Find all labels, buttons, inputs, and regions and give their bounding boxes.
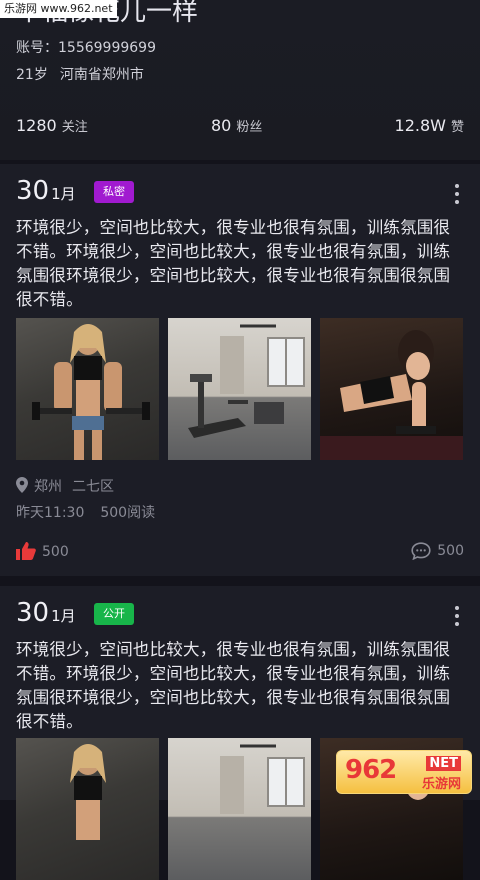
post-card[interactable]: 30 1月 私密 环境很少，空间也比较大，很专业也很有氛围，训练氛围很不错。环境很… [0,164,480,576]
following-label: 关注 [61,120,88,135]
stat-following[interactable]: 1280 关注 [16,116,88,135]
post-time-info: 昨天11:30 500阅读 [16,502,155,522]
photo-woman-plank-exercise[interactable] [320,318,463,460]
like-count: 500 [42,544,69,560]
privacy-badge: 公开 [94,603,134,625]
following-count: 1280 [16,116,57,135]
post-location: 郑州 二七区 [16,476,114,496]
post-date: 30 1月 [16,176,76,206]
photo-fitness-woman-dumbbells[interactable] [16,318,159,460]
profile-meta: 21岁 河南省郑州市 [16,64,144,84]
watermark-net: NET [426,756,461,771]
profile-account: 账号：15569999699 [16,40,156,56]
fans-count: 80 [211,116,232,135]
profile-stats: 1280 关注 80 粉丝 12.8W 赞 [0,116,480,140]
likes-count: 12.8W [394,116,446,135]
fans-label: 粉丝 [236,120,263,135]
thumbs-up-icon [16,542,36,560]
comment-button[interactable]: 500 [411,542,464,561]
post-reads: 500阅读 [100,505,156,521]
post-time: 昨天11:30 [16,505,85,521]
more-options-icon[interactable] [454,606,460,626]
more-options-icon[interactable] [454,184,460,204]
watermark-top-left: 乐游网 www.962.net [0,0,117,18]
watermark-bottom-right: 962 NET 乐游网 [336,750,472,794]
privacy-badge: 私密 [94,181,134,203]
location-district: 二七区 [72,479,114,495]
location-pin-icon [16,477,28,493]
profile-header: 幸福像花儿一样 账号：15569999699 21岁河南省郑州市 1280关注 … [0,0,480,160]
post-date: 30 1月 [16,598,76,628]
like-button[interactable]: 500 [16,542,69,560]
comment-count: 500 [437,543,464,559]
profile-age: 21岁 [16,67,48,83]
profile-location: 河南省郑州市 [59,67,144,83]
stat-likes[interactable]: 12.8W 赞 [395,116,464,135]
post-text: 环境很少，空间也比较大，很专业也很有氛围，训练氛围很不错。环境很少，空间也比较大… [16,640,451,731]
post-day: 30 [16,598,50,628]
location-city: 郑州 [34,479,62,495]
post-month: 1月 [51,185,76,203]
stat-fans[interactable]: 80 粉丝 [211,116,262,135]
photo-fitness-woman-dumbbells[interactable] [16,738,159,880]
post-day: 30 [16,176,50,206]
watermark-number: 962 [345,755,397,785]
post-photos [16,318,464,460]
post-month: 1月 [51,607,76,625]
photo-home-gym-treadmill[interactable] [168,318,311,460]
comment-icon [411,542,431,561]
photo-home-gym-treadmill[interactable] [168,738,311,880]
post-text: 环境很少，空间也比较大，很专业也很有氛围，训练氛围很不错。环境很少，空间也比较大… [16,218,451,309]
likes-label: 赞 [450,120,464,135]
watermark-cn: 乐游网 [421,777,461,792]
